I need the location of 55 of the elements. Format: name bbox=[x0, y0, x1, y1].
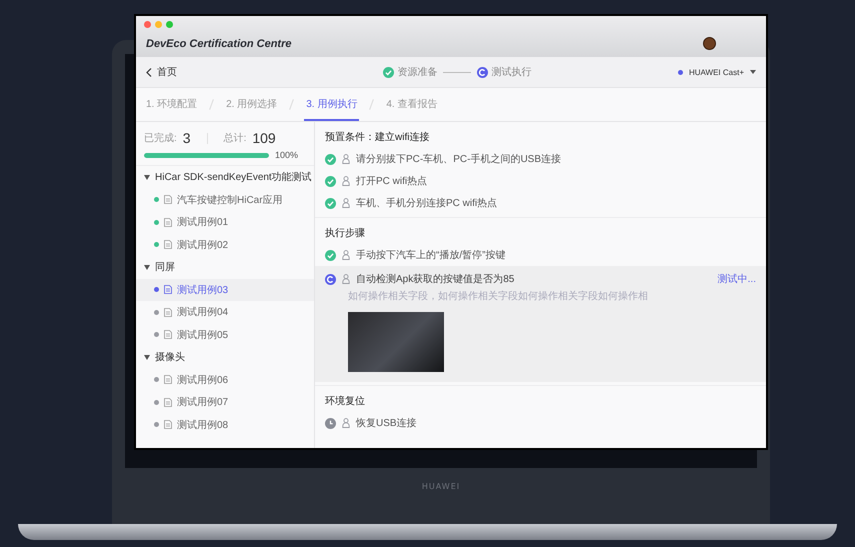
total-label: 总计: bbox=[224, 132, 246, 145]
avatar[interactable] bbox=[703, 37, 716, 50]
minimize-dot[interactable] bbox=[155, 21, 162, 28]
completed-label: 已完成: bbox=[144, 132, 177, 145]
step-text: 恢复USB连接 bbox=[356, 416, 417, 430]
step-text: 手动按下汽车上的“播放/暂停”按键 bbox=[356, 248, 506, 262]
document-icon bbox=[164, 398, 172, 407]
tree-group[interactable]: HiCar SDK-sendKeyEvent功能测试 bbox=[136, 166, 314, 188]
document-icon bbox=[164, 240, 172, 250]
document-icon bbox=[164, 420, 172, 430]
document-icon bbox=[164, 285, 172, 294]
person-icon bbox=[342, 418, 350, 428]
document-icon bbox=[164, 308, 172, 317]
step-text: 打开PC wifi热点 bbox=[356, 174, 428, 188]
window-title: DevEco Certification Centre bbox=[146, 38, 292, 50]
progress-percent: 100% bbox=[275, 150, 298, 160]
section-title: 环境复位 bbox=[325, 394, 366, 408]
document-icon bbox=[164, 195, 172, 204]
tree-group[interactable]: 同屏 bbox=[136, 256, 314, 278]
total-count: 109 bbox=[252, 130, 276, 146]
section-title: 执行步骤 bbox=[325, 226, 366, 240]
step-text: 车机、手机分别连接PC wifi热点 bbox=[356, 196, 498, 210]
step-description: 如何操作相关字段，如何操作相关字段如何操作相关字段如何操作相 bbox=[348, 290, 649, 303]
tree-item[interactable]: 测试用例06 bbox=[136, 368, 314, 391]
step-text: 请分别拔下PC-车机、PC-手机之间的USB连接 bbox=[356, 152, 562, 166]
tree-group[interactable]: 摄像头 bbox=[136, 346, 314, 368]
section-title: 预置条件：建立wifi连接 bbox=[325, 130, 430, 144]
document-icon bbox=[164, 218, 172, 227]
stepper-step-label: 测试执行 bbox=[491, 66, 532, 79]
tree-item[interactable]: 测试用例08 bbox=[136, 414, 314, 436]
status-text: 测试中... bbox=[718, 272, 756, 286]
brand-label: HUAWEI bbox=[422, 482, 460, 491]
person-icon bbox=[342, 198, 350, 208]
device-selector[interactable]: HUAWEI Cast+ bbox=[678, 68, 756, 76]
person-icon bbox=[342, 250, 350, 260]
zoom-dot[interactable] bbox=[166, 21, 173, 28]
step-text: 自动检测Apk获取的按键值是否为85 bbox=[356, 272, 514, 286]
tree-item[interactable]: 测试用例02 bbox=[136, 234, 314, 256]
tree-item[interactable]: 汽车按键控制HiCar应用 bbox=[136, 188, 314, 211]
document-icon bbox=[164, 330, 172, 340]
tree-item[interactable]: 测试用例04 bbox=[136, 301, 314, 324]
tree-item[interactable]: 测试用例05 bbox=[136, 324, 314, 346]
home-link[interactable]: 首页 bbox=[146, 65, 177, 79]
back-chevron-icon bbox=[146, 68, 152, 76]
person-icon bbox=[342, 274, 350, 284]
completed-count: 3 bbox=[182, 130, 191, 146]
person-icon bbox=[342, 154, 350, 164]
tree-item[interactable]: 测试用例01 bbox=[136, 211, 314, 234]
tree-item[interactable]: 测试用例07 bbox=[136, 391, 314, 414]
tree-item[interactable]: 测试用例03 bbox=[136, 278, 314, 301]
document-icon bbox=[164, 375, 172, 384]
stepper-step-label: 资源准备 bbox=[397, 66, 438, 79]
person-icon bbox=[342, 176, 350, 186]
dropdown-caret-icon bbox=[750, 70, 756, 74]
close-dot[interactable] bbox=[144, 21, 151, 28]
